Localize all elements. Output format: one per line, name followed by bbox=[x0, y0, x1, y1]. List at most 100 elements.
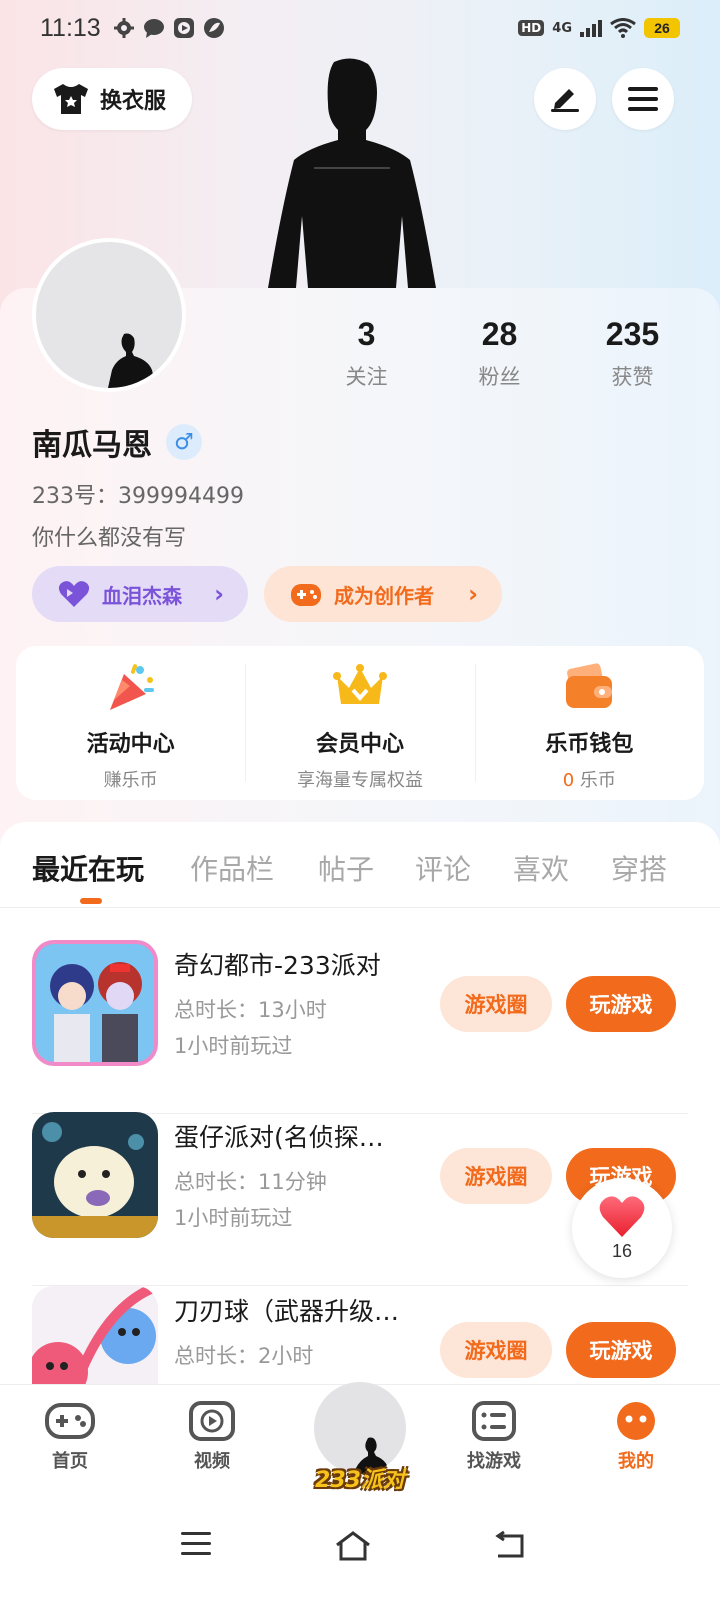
system-indicators: HD 4G 26 bbox=[518, 18, 680, 38]
party-logo[interactable]: 233派对 bbox=[312, 1462, 408, 1494]
wifi-icon bbox=[610, 18, 636, 38]
like-count: 16 bbox=[611, 1240, 633, 1261]
play-game-button[interactable]: 玩游戏 bbox=[566, 976, 676, 1032]
member-center-subtitle: 享海量专属权益 bbox=[296, 770, 423, 791]
character-silhouette bbox=[268, 58, 436, 288]
menu-button[interactable] bbox=[612, 68, 674, 130]
member-center[interactable]: 会员中心 享海量专属权益 bbox=[245, 646, 474, 800]
game-circle-button[interactable]: 游戏圈 bbox=[440, 1148, 552, 1204]
tab-works[interactable]: 作品栏 bbox=[190, 848, 274, 888]
nav-find-games[interactable]: 找游戏 bbox=[444, 1401, 544, 1473]
activity-center-title: 活动中心 bbox=[86, 732, 175, 757]
wardrobe-label: 换衣服 bbox=[100, 89, 167, 114]
activity-center-subtitle: 赚乐币 bbox=[103, 770, 158, 791]
username-row: 南瓜马恩 ♂ bbox=[32, 420, 202, 464]
tab-comments[interactable]: 评论 bbox=[415, 848, 471, 888]
game-title: 蛋仔派对(名侦探… bbox=[174, 1123, 384, 1152]
game-icon-eggy-party[interactable] bbox=[32, 1112, 158, 1238]
content-tabs: 最近在玩 作品栏 帖子 评论 喜欢 穿搭 bbox=[0, 822, 720, 908]
game-title: 刀刃球（武器升级… bbox=[174, 1297, 400, 1326]
video-play-icon bbox=[189, 1401, 235, 1441]
party-avatar-button[interactable] bbox=[314, 1382, 406, 1474]
battery-icon: 26 bbox=[644, 18, 680, 38]
list-icon bbox=[472, 1401, 516, 1441]
status-bar: 11:13 HD 4G 26 bbox=[0, 0, 720, 56]
game-last-played: 1小时前玩过 bbox=[174, 1206, 293, 1230]
following-label: 关注 bbox=[345, 365, 388, 389]
hd-badge: HD bbox=[518, 20, 545, 36]
home-icon[interactable] bbox=[334, 1530, 372, 1562]
recent-apps-icon[interactable] bbox=[180, 1530, 212, 1558]
floating-like-button[interactable]: 16 bbox=[572, 1178, 672, 1278]
coin-wallet-subtitle: 0 乐币 bbox=[475, 766, 704, 792]
back-icon[interactable] bbox=[492, 1530, 526, 1560]
app-leaf-icon bbox=[203, 18, 224, 38]
chat-bubble-icon bbox=[143, 19, 164, 38]
game-circle-button[interactable]: 游戏圈 bbox=[440, 1322, 552, 1378]
username: 南瓜马恩 bbox=[32, 428, 152, 463]
gamepad-icon bbox=[45, 1403, 95, 1439]
game-last-played: 1小时前玩过 bbox=[174, 1034, 293, 1058]
play-game-button[interactable]: 玩游戏 bbox=[566, 1322, 676, 1378]
pen-icon bbox=[551, 89, 579, 112]
edit-profile-button[interactable] bbox=[534, 68, 596, 130]
nav-find-games-label: 找游戏 bbox=[467, 1451, 521, 1472]
game-circle-button[interactable]: 游戏圈 bbox=[440, 976, 552, 1032]
likes-count: 235 bbox=[605, 316, 660, 352]
user-id: 233号：399994499 bbox=[32, 484, 244, 509]
wardrobe-button[interactable]: 换衣服 bbox=[32, 68, 192, 130]
menu-icon bbox=[628, 87, 658, 111]
gear-icon bbox=[113, 18, 134, 38]
avatar[interactable] bbox=[32, 238, 186, 392]
coin-unit: 乐币 bbox=[579, 770, 616, 791]
fan-group-chip[interactable]: 血泪杰森 › bbox=[32, 566, 248, 622]
gamepad-plus-icon bbox=[291, 584, 321, 606]
become-creator-label: 成为创作者 bbox=[334, 583, 434, 608]
game-duration: 总时长：13小时 bbox=[174, 998, 327, 1022]
tshirt-icon bbox=[54, 84, 88, 114]
followers-stat[interactable]: 28 粉丝 bbox=[433, 316, 566, 391]
likes-stat[interactable]: 235 获赞 bbox=[566, 316, 699, 391]
game-title: 奇幻都市-233派对 bbox=[174, 951, 381, 980]
chevron-right-icon: › bbox=[214, 580, 224, 608]
game-icon-fantasy-city[interactable] bbox=[32, 940, 158, 1066]
nav-video-label: 视频 bbox=[194, 1451, 230, 1472]
coin-wallet[interactable]: 乐币钱包 0 乐币 bbox=[474, 646, 704, 800]
party-popper-icon bbox=[109, 664, 154, 710]
tab-recently-played[interactable]: 最近在玩 bbox=[32, 848, 144, 888]
following-count: 3 bbox=[357, 316, 376, 352]
tab-likes[interactable]: 喜欢 bbox=[513, 848, 569, 888]
notification-icons bbox=[113, 17, 225, 39]
male-gender-icon: ♂ bbox=[166, 424, 202, 460]
list-item[interactable]: 奇幻都市-233派对 总时长：13小时 1小时前玩过 游戏圈 玩游戏 bbox=[0, 940, 720, 1114]
game-duration: 总时长：11分钟 bbox=[174, 1170, 327, 1194]
crown-icon bbox=[332, 664, 387, 704]
tab-outfits[interactable]: 穿搭 bbox=[611, 848, 667, 888]
nav-home-label: 首页 bbox=[52, 1451, 88, 1472]
signal-icon bbox=[580, 19, 602, 37]
nav-mine[interactable]: 我的 bbox=[586, 1401, 686, 1473]
network-type: 4G bbox=[552, 20, 572, 36]
heart-icon bbox=[58, 581, 90, 607]
member-center-title: 会员中心 bbox=[315, 732, 404, 757]
tab-posts[interactable]: 帖子 bbox=[318, 848, 374, 888]
fan-group-label: 血泪杰森 bbox=[102, 583, 182, 608]
nav-video[interactable]: 视频 bbox=[162, 1401, 262, 1473]
become-creator-chip[interactable]: 成为创作者 › bbox=[264, 566, 502, 622]
wallet-icon bbox=[566, 663, 613, 708]
followers-label: 粉丝 bbox=[478, 365, 521, 389]
followers-count: 28 bbox=[481, 316, 518, 352]
nav-mine-label: 我的 bbox=[618, 1451, 654, 1472]
active-tab-indicator bbox=[80, 898, 102, 904]
user-bio[interactable]: 你什么都没有写 bbox=[32, 520, 186, 552]
coin-balance: 0 bbox=[562, 770, 575, 791]
following-stat[interactable]: 3 关注 bbox=[300, 316, 433, 391]
nav-home[interactable]: 首页 bbox=[20, 1401, 120, 1473]
avatar-silhouette bbox=[108, 333, 156, 388]
likes-label: 获赞 bbox=[611, 365, 654, 389]
status-time: 11:13 bbox=[40, 13, 101, 42]
activity-center[interactable]: 活动中心 赚乐币 bbox=[16, 646, 245, 800]
avatar-silhouette bbox=[354, 1437, 390, 1474]
face-icon bbox=[617, 1402, 655, 1440]
coin-wallet-title: 乐币钱包 bbox=[545, 732, 634, 757]
